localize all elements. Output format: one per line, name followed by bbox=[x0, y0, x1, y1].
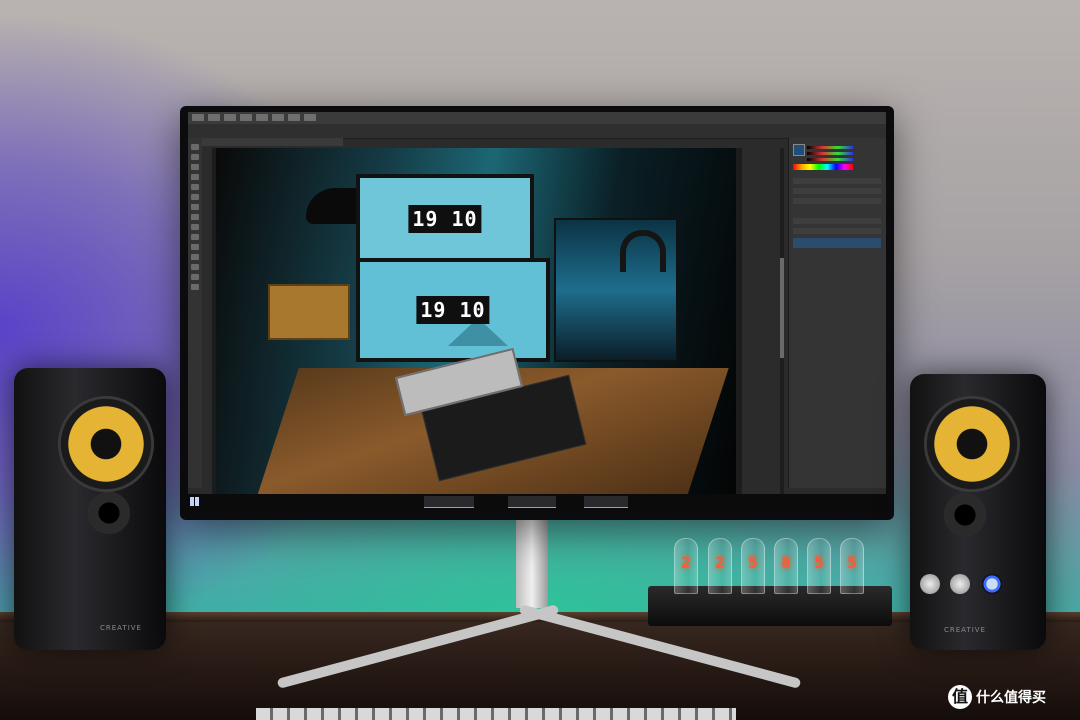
tool-icon[interactable] bbox=[191, 144, 199, 150]
nixie-tube: 5 bbox=[840, 538, 864, 594]
system-tray[interactable] bbox=[848, 498, 878, 506]
foreground-color-swatch[interactable] bbox=[793, 144, 805, 156]
nixie-digit: 5 bbox=[748, 553, 758, 572]
speaker-brand-label: CREATIVE bbox=[100, 624, 142, 632]
tool-icon[interactable] bbox=[191, 184, 199, 190]
photo-bottom-monitor: 19 10 bbox=[356, 258, 550, 362]
windows-start-icon[interactable] bbox=[190, 497, 199, 506]
nixie-digit: 5 bbox=[847, 553, 857, 572]
watermark-text: 什么值得买 bbox=[976, 690, 1046, 706]
tool-icon[interactable] bbox=[191, 174, 199, 180]
tool-icon[interactable] bbox=[191, 274, 199, 280]
menu-item[interactable] bbox=[240, 114, 252, 121]
windows-taskbar bbox=[188, 494, 886, 510]
color-spectrum[interactable] bbox=[793, 164, 853, 170]
photo-scene: 19 10 19 10 CREATIVE CREATIVE 2 2 5 8 5 … bbox=[0, 0, 1080, 720]
volume-knob[interactable] bbox=[982, 574, 1002, 594]
left-speaker: CREATIVE bbox=[14, 368, 166, 650]
nixie-tube: 2 bbox=[708, 538, 732, 594]
tweeter-icon bbox=[88, 492, 130, 534]
monitor: 19 10 19 10 bbox=[180, 106, 894, 520]
adjustments-panel-row[interactable] bbox=[793, 178, 881, 184]
photo-bottom-clock: 19 10 bbox=[416, 296, 490, 324]
woofer-icon bbox=[58, 396, 154, 492]
taskbar-item[interactable] bbox=[424, 496, 474, 508]
layers-panel-options[interactable] bbox=[793, 228, 881, 234]
watermark-logo: 值 bbox=[948, 685, 972, 709]
menu-item[interactable] bbox=[256, 114, 268, 121]
document-tab[interactable] bbox=[200, 138, 343, 146]
color-slider-g[interactable] bbox=[807, 152, 853, 155]
menu-item[interactable] bbox=[208, 114, 220, 121]
bass-knob[interactable] bbox=[920, 574, 940, 594]
canvas-scrollbar[interactable] bbox=[780, 148, 784, 494]
woofer-icon bbox=[924, 396, 1020, 492]
photoshop-menubar bbox=[188, 112, 886, 124]
tool-icon[interactable] bbox=[191, 224, 199, 230]
monitor-stand-neck bbox=[516, 518, 548, 608]
menu-item[interactable] bbox=[192, 114, 204, 121]
tool-icon[interactable] bbox=[191, 214, 199, 220]
nixie-tube: 8 bbox=[774, 538, 798, 594]
right-speaker: CREATIVE bbox=[910, 374, 1046, 650]
photoshop-options-bar bbox=[188, 124, 886, 139]
monitor-screen: 19 10 19 10 bbox=[188, 112, 886, 510]
tool-icon[interactable] bbox=[191, 164, 199, 170]
nixie-digit: 2 bbox=[715, 553, 725, 572]
adjustments-panel-row[interactable] bbox=[793, 198, 881, 204]
nixie-tube: 5 bbox=[741, 538, 765, 594]
photo-basket bbox=[268, 284, 350, 340]
layers-panel-header[interactable] bbox=[793, 218, 881, 224]
speaker-brand-label: CREATIVE bbox=[944, 626, 986, 634]
tool-icon[interactable] bbox=[191, 234, 199, 240]
nixie-digit: 5 bbox=[814, 553, 824, 572]
menu-item[interactable] bbox=[224, 114, 236, 121]
menu-item[interactable] bbox=[272, 114, 284, 121]
tweeter-icon bbox=[944, 494, 986, 536]
photo-top-monitor: 19 10 bbox=[356, 174, 534, 264]
photoshop-right-panels bbox=[788, 138, 886, 488]
photo-top-clock: 19 10 bbox=[408, 205, 482, 233]
adjustments-panel-row[interactable] bbox=[793, 188, 881, 194]
color-slider-b[interactable] bbox=[807, 158, 853, 161]
nixie-tube: 2 bbox=[674, 538, 698, 594]
tool-icon[interactable] bbox=[191, 254, 199, 260]
menu-item[interactable] bbox=[304, 114, 316, 121]
tool-icon[interactable] bbox=[191, 284, 199, 290]
scrollbar-thumb[interactable] bbox=[780, 258, 784, 358]
taskbar-item[interactable] bbox=[584, 496, 628, 508]
keyboard-edge bbox=[256, 708, 736, 720]
taskbar-item[interactable] bbox=[508, 496, 556, 508]
treble-knob[interactable] bbox=[950, 574, 970, 594]
nixie-digit: 8 bbox=[781, 553, 791, 572]
tool-icon[interactable] bbox=[191, 194, 199, 200]
nixie-tube: 5 bbox=[807, 538, 831, 594]
tool-icon[interactable] bbox=[191, 244, 199, 250]
menu-item[interactable] bbox=[288, 114, 300, 121]
photoshop-toolbox bbox=[188, 138, 202, 488]
tool-icon[interactable] bbox=[191, 264, 199, 270]
tool-icon[interactable] bbox=[191, 154, 199, 160]
photo-headphones bbox=[620, 230, 666, 272]
color-slider-r[interactable] bbox=[807, 146, 853, 149]
edited-photo: 19 10 19 10 bbox=[216, 148, 736, 494]
layer-row[interactable] bbox=[793, 238, 881, 248]
watermark: 值 什么值得买 bbox=[948, 684, 1046, 710]
tool-icon[interactable] bbox=[191, 204, 199, 210]
nixie-digit: 2 bbox=[681, 553, 691, 572]
